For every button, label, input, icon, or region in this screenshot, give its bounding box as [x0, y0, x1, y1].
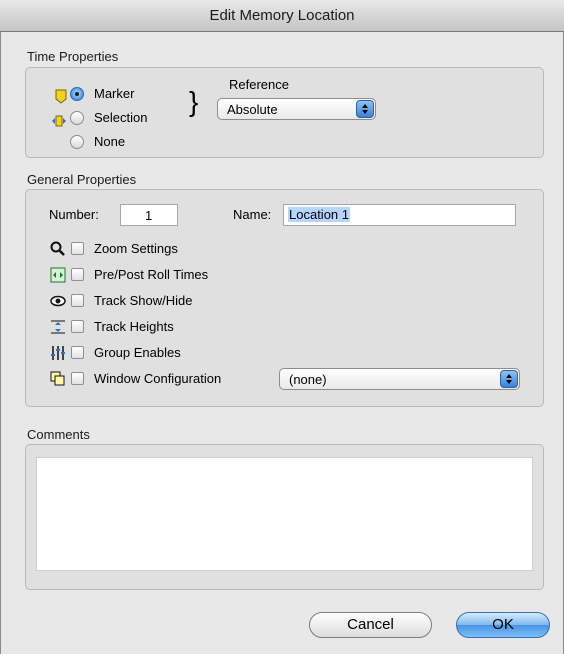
group-enables-icon — [51, 346, 65, 360]
window-config-value: (none) — [289, 372, 327, 387]
group-enables-label: Group Enables — [94, 345, 181, 360]
marker-icon — [55, 89, 67, 104]
window-config-label: Window Configuration — [94, 371, 222, 386]
pre-post-roll-checkbox[interactable] — [71, 268, 84, 281]
zoom-settings-checkbox[interactable] — [71, 242, 84, 255]
track-heights-icon — [51, 320, 65, 334]
window-config-checkbox[interactable] — [71, 372, 84, 385]
dialog-window: Time Properties Marker Selection None } … — [0, 32, 564, 654]
group-enables-checkbox[interactable] — [71, 346, 84, 359]
comments-group — [25, 444, 544, 590]
time-properties-label: Time Properties — [27, 49, 119, 64]
track-show-hide-label: Track Show/Hide — [94, 293, 193, 308]
window-config-popup[interactable]: (none) — [279, 368, 520, 390]
window-config-icon — [50, 371, 65, 386]
magnifier-icon — [50, 241, 65, 256]
number-label: Number: — [49, 207, 99, 222]
general-properties-group: Number: 1 Name: Location 1 Zoom Settings… — [25, 189, 544, 407]
reference-popup[interactable]: Absolute — [217, 98, 376, 120]
track-show-hide-checkbox[interactable] — [71, 294, 84, 307]
comments-textarea[interactable] — [36, 457, 533, 571]
window-title: Edit Memory Location — [209, 7, 355, 24]
cancel-button[interactable]: Cancel — [309, 612, 432, 638]
zoom-settings-label: Zoom Settings — [94, 241, 178, 256]
marker-label: Marker — [94, 86, 135, 101]
time-properties-group: Marker Selection None } Reference Absolu… — [25, 67, 544, 158]
general-properties-label: General Properties — [27, 172, 137, 187]
selection-radio[interactable] — [70, 111, 84, 125]
eye-icon — [50, 295, 66, 307]
title-bar[interactable]: Edit Memory Location — [0, 0, 564, 32]
track-heights-checkbox[interactable] — [71, 320, 84, 333]
marker-radio[interactable] — [70, 87, 84, 101]
comments-label: Comments — [27, 427, 90, 442]
popup-arrows-icon — [500, 370, 518, 388]
reference-value: Absolute — [227, 102, 278, 117]
track-heights-label: Track Heights — [94, 319, 174, 334]
reference-label: Reference — [229, 77, 289, 92]
reference-brace: } — [189, 86, 199, 117]
selection-label: Selection — [94, 110, 148, 125]
selection-icon — [52, 115, 66, 127]
none-label: None — [94, 134, 126, 149]
none-radio[interactable] — [70, 135, 84, 149]
pre-post-roll-label: Pre/Post Roll Times — [94, 267, 209, 282]
ok-button[interactable]: OK — [456, 612, 550, 638]
name-value: Location 1 — [288, 207, 350, 222]
popup-arrows-icon — [356, 100, 374, 118]
pre-post-roll-icon — [50, 267, 66, 283]
name-label: Name: — [233, 207, 272, 222]
number-field[interactable]: 1 — [120, 204, 178, 226]
name-field[interactable]: Location 1 — [283, 204, 516, 226]
